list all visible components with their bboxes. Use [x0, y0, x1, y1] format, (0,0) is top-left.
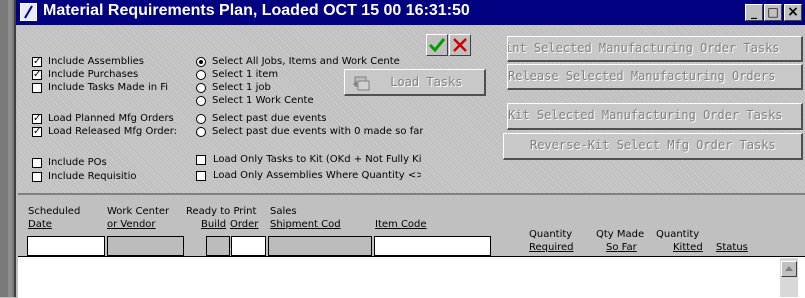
window-title: Material Requirements Plan, Loaded OCT 1… — [43, 2, 470, 19]
release-selected-mfg-orders-button[interactable]: Release Selected Manufacturing Orders — [507, 64, 803, 90]
include-purchases-checkbox[interactable]: ✓ — [32, 70, 42, 80]
include-pos-checkbox[interactable] — [32, 158, 42, 168]
include-requisitions-label: Include Requisitio — [48, 171, 137, 182]
x-icon — [453, 38, 467, 52]
maximize-button[interactable]: □ — [764, 4, 782, 21]
include-purchases-label: Include Purchases — [48, 69, 139, 80]
select-all-label: Select All Jobs, Items and Work Cente — [212, 56, 400, 67]
date-filter-input[interactable] — [27, 236, 105, 256]
build-filter-input[interactable] — [206, 236, 230, 256]
close-button[interactable]: × — [784, 4, 802, 21]
load-released-mfg-orders-checkbox[interactable]: ✓ — [32, 127, 42, 137]
scheduled-header: Scheduled — [28, 206, 81, 217]
quantity-kitted-header: Quantity — [656, 229, 700, 240]
ready-to-print-header: Ready to Print — [186, 206, 257, 217]
status-header: Status — [716, 242, 748, 253]
order-header: Order — [230, 219, 259, 230]
scroll-up-button[interactable] — [781, 261, 797, 277]
checkmark-icon — [428, 38, 446, 53]
include-pos-label: Include POs — [48, 157, 107, 168]
arrow-up-icon — [785, 266, 793, 271]
load-only-assemblies-checkbox[interactable] — [196, 171, 206, 181]
build-header: Build — [201, 219, 227, 230]
load-only-tasks-to-kit-checkbox[interactable] — [196, 155, 206, 165]
kitted-header: Kitted — [673, 242, 703, 253]
sales-header: Sales — [270, 206, 297, 217]
qty-made-header: Qty Made — [596, 229, 645, 240]
select-past-due-radio[interactable] — [196, 114, 206, 124]
load-tasks-button[interactable]: Load Tasks — [344, 69, 486, 96]
or-vendor-header: or Vendor — [107, 219, 156, 230]
include-requisitions-checkbox[interactable] — [32, 172, 42, 182]
include-assemblies-label: Include Assemblies — [48, 56, 145, 67]
ok-button[interactable] — [426, 34, 448, 56]
include-tasks-made-label: Include Tasks Made in Fi — [48, 82, 169, 93]
select-all-radio[interactable] — [196, 57, 206, 67]
item-code-filter-input[interactable] — [374, 236, 491, 256]
date-header: Date — [28, 219, 52, 230]
reverse-kit-mfg-order-tasks-button[interactable]: Reverse-Kit Select Mfg Order Tasks — [503, 133, 803, 160]
item-code-header: Item Code — [375, 219, 427, 230]
load-planned-mfg-orders-label: Load Planned Mfg Orders — [48, 113, 174, 124]
work-center-header: Work Center — [107, 206, 170, 217]
load-tasks-label: Load Tasks — [390, 75, 463, 89]
select-1-job-label: Select 1 job — [212, 82, 271, 93]
include-assemblies-checkbox[interactable]: ✓ — [32, 57, 42, 67]
minimize-button[interactable]: _ — [745, 4, 763, 21]
select-past-due-label: Select past due events — [212, 113, 327, 124]
kit-selected-mfg-order-tasks-button[interactable]: Kit Selected Manufacturing Order Tasks — [507, 103, 803, 130]
shipment-code-header: Shipment Cod — [270, 219, 341, 230]
so-far-header: So Far — [606, 242, 637, 253]
app-icon[interactable] — [20, 3, 37, 21]
required-header: Required — [529, 242, 574, 253]
select-past-due-zero-made-radio[interactable] — [196, 127, 206, 137]
select-1-item-label: Select 1 item — [212, 69, 279, 80]
order-filter-input[interactable] — [231, 236, 266, 256]
select-1-work-center-radio[interactable] — [196, 96, 206, 106]
load-only-assemblies-label: Load Only Assemblies Where Quantity <> L… — [213, 170, 421, 181]
quantity-required-header: Quantity — [529, 229, 573, 240]
load-planned-mfg-orders-checkbox[interactable]: ✓ — [32, 114, 42, 124]
print-selected-mfg-order-tasks-button[interactable]: int Selected Manufacturing Order Tasks — [507, 36, 803, 62]
results-list[interactable] — [18, 256, 805, 298]
include-tasks-made-checkbox[interactable] — [32, 83, 42, 93]
select-1-item-radio[interactable] — [196, 70, 206, 80]
shipment-code-filter-input[interactable] — [268, 236, 372, 256]
select-1-job-radio[interactable] — [196, 83, 206, 93]
load-released-mfg-orders-label: Load Released Mfg Order: — [48, 126, 178, 137]
select-past-due-zero-made-label: Select past due events with 0 made so fa… — [212, 126, 424, 137]
load-tasks-icon — [351, 74, 373, 92]
window-left-bevel — [8, 0, 12, 297]
load-only-tasks-to-kit-label: Load Only Tasks to Kit (OKd + Not Fully … — [213, 154, 421, 165]
work-center-filter-input[interactable] — [107, 236, 184, 256]
select-1-work-center-label: Select 1 Work Cente — [212, 95, 314, 106]
cancel-button[interactable] — [449, 34, 471, 56]
